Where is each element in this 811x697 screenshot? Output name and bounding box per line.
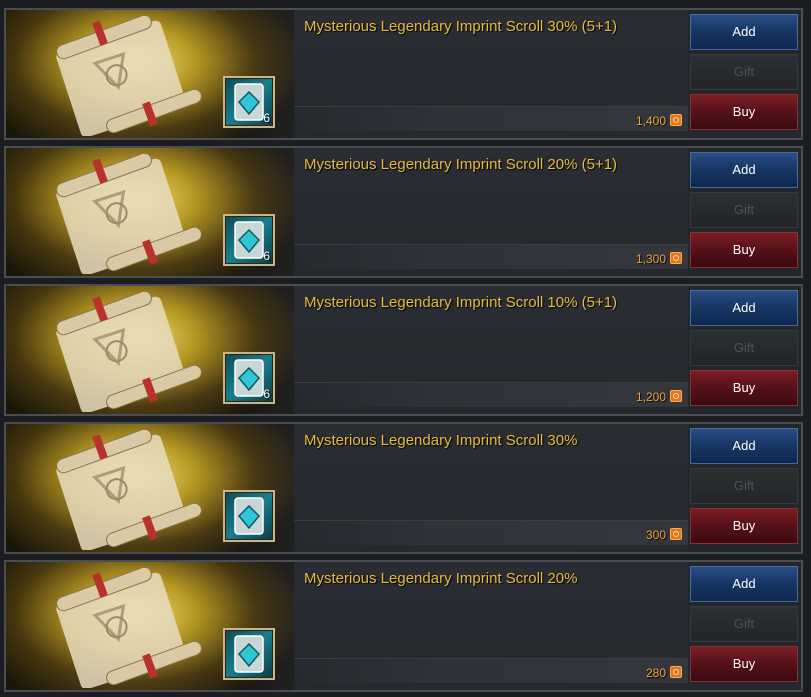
item-price: 1,300	[635, 252, 666, 266]
add-button[interactable]: Add	[690, 566, 798, 602]
item-price: 1,200	[635, 390, 666, 404]
gift-button[interactable]: Gift	[690, 192, 798, 228]
shop-item: 6 Mysterious Legendary Imprint Scroll 30…	[4, 8, 803, 140]
shop-item: Mysterious Legendary Imprint Scroll 20% …	[4, 560, 803, 692]
item-banner: 6	[6, 148, 294, 276]
stack-count: 6	[263, 249, 270, 263]
scroll-icon	[56, 292, 202, 412]
item-price: 300	[645, 528, 666, 542]
item-info: Mysterious Legendary Imprint Scroll 30% …	[294, 10, 688, 138]
gift-button[interactable]: Gift	[690, 468, 798, 504]
add-button[interactable]: Add	[690, 152, 798, 188]
add-button[interactable]: Add	[690, 290, 798, 326]
item-info: Mysterious Legendary Imprint Scroll 20% …	[294, 148, 688, 276]
item-info: Mysterious Legendary Imprint Scroll 20% …	[294, 562, 688, 690]
item-info: Mysterious Legendary Imprint Scroll 10% …	[294, 286, 688, 414]
coin-icon	[670, 390, 682, 402]
price-bar: 1,200	[294, 382, 688, 407]
buy-button[interactable]: Buy	[690, 508, 798, 544]
coin-icon	[670, 114, 682, 126]
stack-count: 6	[263, 111, 270, 125]
item-info: Mysterious Legendary Imprint Scroll 30% …	[294, 424, 688, 552]
buy-button[interactable]: Buy	[690, 370, 798, 406]
coin-icon	[670, 666, 682, 678]
item-title: Mysterious Legendary Imprint Scroll 20%	[304, 570, 578, 587]
imprint-gem-icon	[223, 628, 275, 680]
buy-button[interactable]: Buy	[690, 94, 798, 130]
item-title: Mysterious Legendary Imprint Scroll 30%	[304, 432, 578, 449]
buy-button[interactable]: Buy	[690, 232, 798, 268]
item-title: Mysterious Legendary Imprint Scroll 20% …	[304, 156, 618, 173]
price-bar: 1,300	[294, 244, 688, 269]
imprint-gem-icon: 6	[223, 214, 275, 266]
imprint-gem-icon	[223, 490, 275, 542]
scroll-icon	[56, 430, 202, 550]
imprint-gem-icon: 6	[223, 352, 275, 404]
coin-icon	[670, 252, 682, 264]
gift-button[interactable]: Gift	[690, 330, 798, 366]
shop-item: 6 Mysterious Legendary Imprint Scroll 10…	[4, 284, 803, 416]
stack-count: 6	[263, 387, 270, 401]
price-bar: 300	[294, 520, 688, 545]
shop-item-list: 6 Mysterious Legendary Imprint Scroll 30…	[0, 0, 811, 697]
imprint-gem-icon: 6	[223, 76, 275, 128]
gift-button[interactable]: Gift	[690, 54, 798, 90]
item-title: Mysterious Legendary Imprint Scroll 30% …	[304, 18, 618, 35]
item-banner: 6	[6, 10, 294, 138]
add-button[interactable]: Add	[690, 428, 798, 464]
add-button[interactable]: Add	[690, 14, 798, 50]
item-banner	[6, 424, 294, 552]
item-title: Mysterious Legendary Imprint Scroll 10% …	[304, 294, 618, 311]
item-price: 1,400	[635, 114, 666, 128]
item-price: 280	[645, 666, 666, 680]
scroll-icon	[56, 154, 202, 274]
scroll-icon	[56, 568, 202, 688]
price-bar: 280	[294, 658, 688, 683]
price-bar: 1,400	[294, 106, 688, 131]
coin-icon	[670, 528, 682, 540]
shop-item: Mysterious Legendary Imprint Scroll 30% …	[4, 422, 803, 554]
gift-button[interactable]: Gift	[690, 606, 798, 642]
shop-item: 6 Mysterious Legendary Imprint Scroll 20…	[4, 146, 803, 278]
item-banner	[6, 562, 294, 690]
scroll-icon	[56, 16, 202, 136]
item-banner: 6	[6, 286, 294, 414]
buy-button[interactable]: Buy	[690, 646, 798, 682]
